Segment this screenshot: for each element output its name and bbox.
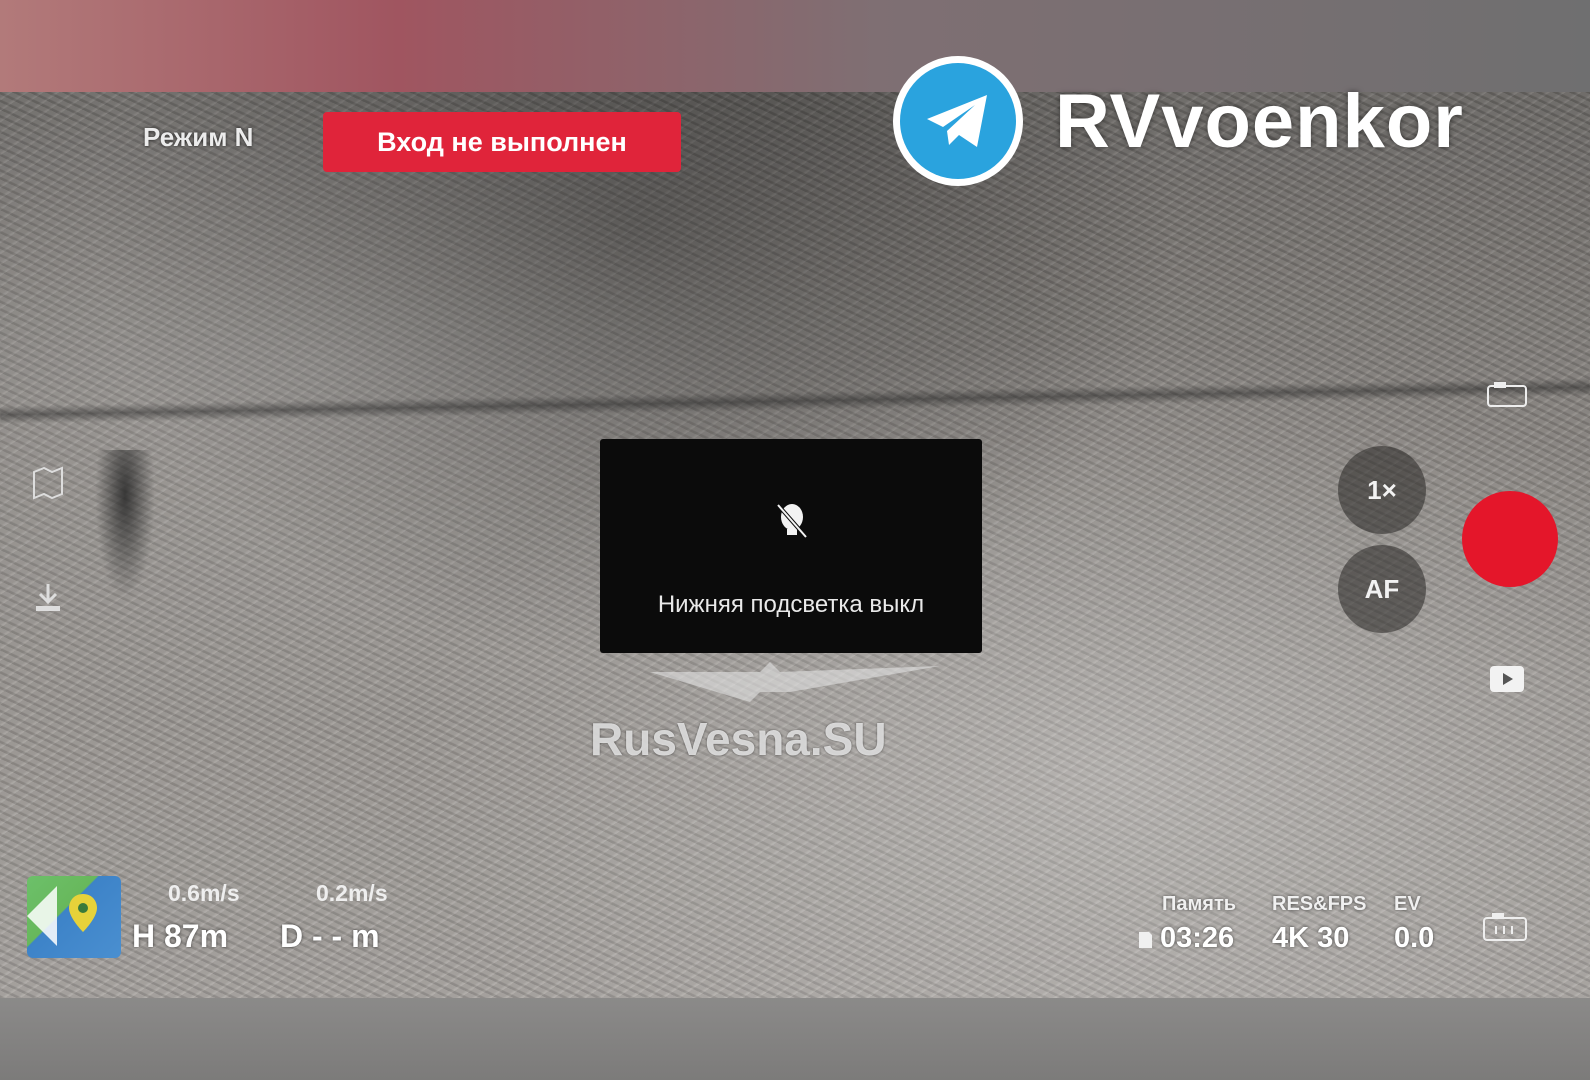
ev-label: EV (1394, 893, 1421, 915)
paper-plane-icon (927, 95, 987, 147)
telegram-logo (893, 56, 1023, 186)
memory-value[interactable]: 03:26 (1160, 922, 1234, 955)
memory-label: Память (1162, 893, 1237, 915)
rusvesna-logo (650, 662, 940, 702)
map-layer-icon[interactable] (30, 466, 66, 500)
login-status-badge[interactable]: Вход не выполнен (323, 112, 681, 172)
horizontal-speed: 0.2m/s (316, 880, 388, 906)
zoom-button[interactable]: 1× (1338, 446, 1426, 534)
flight-mode-label[interactable]: Режим N (143, 122, 253, 153)
bulb-off-icon (776, 503, 808, 539)
notification-toast: Нижняя подсветка выкл (600, 439, 982, 653)
camera-switch-icon[interactable] (1486, 380, 1528, 410)
autofocus-button[interactable]: AF (1338, 545, 1426, 633)
distance-readout: D - - m (280, 918, 380, 954)
sd-card-icon (1139, 932, 1152, 948)
site-watermark: RusVesna.SU (590, 713, 887, 765)
ev-value[interactable]: 0.0 (1394, 922, 1434, 955)
bottom-letterbox (0, 998, 1590, 1080)
record-button[interactable] (1462, 491, 1558, 587)
resfps-label: RES&FPS (1272, 893, 1367, 915)
figure-silhouette (95, 450, 155, 600)
vertical-speed: 0.6m/s (168, 880, 240, 906)
return-home-icon[interactable] (30, 580, 66, 616)
minimap-thumbnail[interactable] (27, 876, 121, 958)
playback-icon[interactable] (1488, 664, 1526, 694)
toast-message: Нижняя подсветка выкл (657, 591, 925, 618)
trench-line (0, 378, 1590, 424)
resfps-value[interactable]: 4K 30 (1272, 922, 1349, 955)
map-pin-icon (27, 886, 97, 946)
height-readout: H 87m (132, 918, 229, 954)
drone-camera-view: Режим N Вход не выполнен RVvoenkor Нижня… (0, 0, 1590, 1080)
camera-settings-icon[interactable] (1482, 910, 1528, 942)
channel-watermark: RVvoenkor (1055, 79, 1464, 164)
